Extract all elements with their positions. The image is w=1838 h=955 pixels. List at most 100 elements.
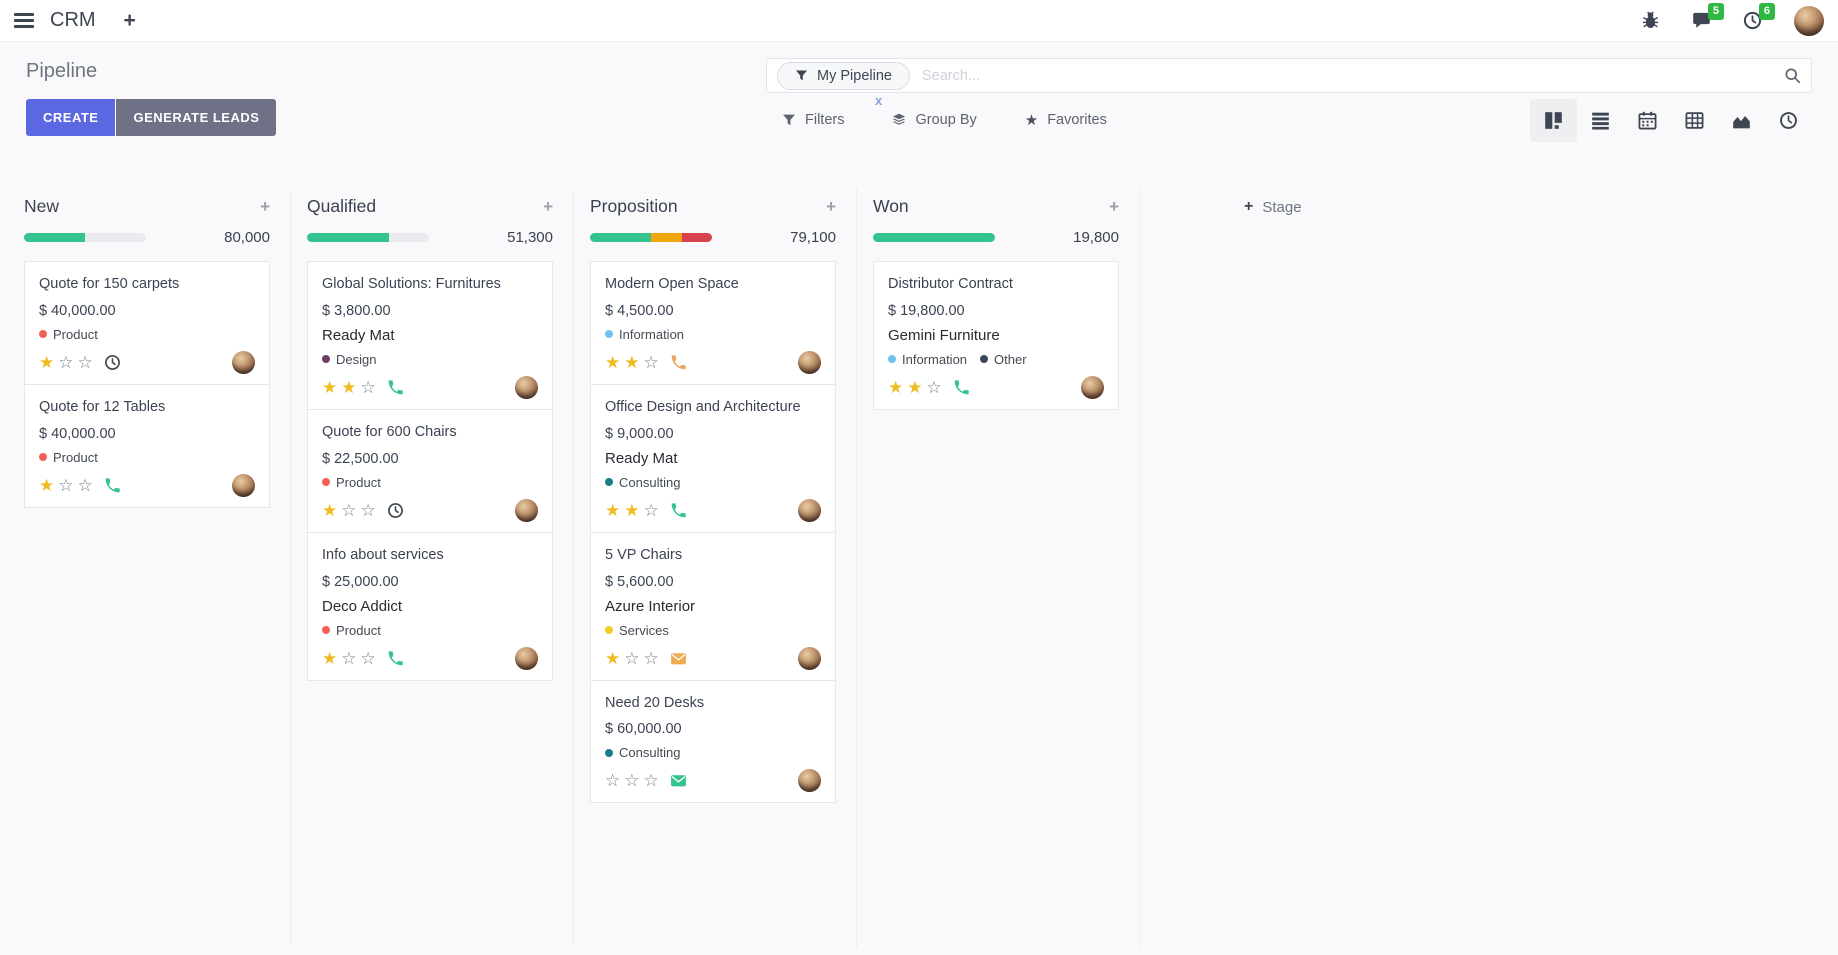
add-stage-button[interactable]: + Stage	[1140, 188, 1302, 216]
star-icon[interactable]: ★	[624, 354, 639, 371]
kanban-card[interactable]: Need 20 Desks $ 60,000.00 Consulting ☆☆☆	[590, 680, 836, 804]
column-progressbar[interactable]	[24, 233, 146, 242]
kanban-card[interactable]: Quote for 600 Chairs $ 22,500.00 Product…	[307, 409, 553, 533]
group-by-button[interactable]: Group By	[892, 112, 976, 128]
avatar[interactable]	[232, 351, 255, 374]
facet-remove-icon[interactable]: x	[875, 93, 882, 108]
pivot-view-button[interactable]	[1671, 99, 1718, 142]
bug-icon[interactable]	[1641, 11, 1660, 30]
avatar[interactable]	[232, 474, 255, 497]
phone-activity-icon[interactable]	[953, 379, 970, 396]
kanban-card[interactable]: Quote for 150 carpets $ 40,000.00 Produc…	[24, 261, 270, 385]
filters-button[interactable]: Filters	[782, 112, 844, 128]
star-icon[interactable]: ☆	[341, 650, 356, 667]
star-icon[interactable]: ☆	[927, 379, 942, 396]
star-icon[interactable]: ★	[39, 354, 54, 371]
star-icon[interactable]: ☆	[361, 379, 376, 396]
star-icon[interactable]: ☆	[605, 772, 620, 789]
phone-activity-icon[interactable]	[104, 477, 121, 494]
column-title[interactable]: Proposition	[590, 196, 678, 217]
star-icon[interactable]: ☆	[624, 772, 639, 789]
progress-segment-green[interactable]	[873, 233, 995, 242]
star-icon[interactable]: ☆	[624, 650, 639, 667]
priority-stars[interactable]: ★★ ☆	[322, 379, 376, 396]
kanban-card[interactable]: Office Design and Architecture $ 9,000.0…	[590, 384, 836, 533]
priority-stars[interactable]: ☆☆☆	[605, 772, 659, 789]
column-title[interactable]: New	[24, 196, 59, 217]
star-icon[interactable]: ☆	[644, 772, 659, 789]
phone-activity-icon[interactable]	[670, 354, 687, 371]
plus-icon[interactable]: +	[124, 9, 136, 33]
avatar[interactable]	[515, 647, 538, 670]
progress-segment-green[interactable]	[307, 233, 389, 242]
kanban-card[interactable]: Info about services $ 25,000.00 Deco Add…	[307, 532, 553, 681]
star-icon[interactable]: ★	[605, 650, 620, 667]
star-icon[interactable]: ☆	[78, 477, 93, 494]
column-progressbar[interactable]	[307, 233, 429, 242]
star-icon[interactable]: ★	[624, 502, 639, 519]
avatar[interactable]	[1081, 376, 1104, 399]
kanban-view-button[interactable]	[1530, 99, 1577, 142]
kanban-card[interactable]: Modern Open Space $ 4,500.00 Information…	[590, 261, 836, 385]
star-icon[interactable]: ☆	[78, 354, 93, 371]
star-icon[interactable]: ★	[605, 502, 620, 519]
star-icon[interactable]: ★	[888, 379, 903, 396]
avatar[interactable]	[515, 499, 538, 522]
progress-segment-amber[interactable]	[651, 233, 682, 242]
avatar[interactable]	[798, 647, 821, 670]
kanban-card[interactable]: Quote for 12 Tables $ 40,000.00 Product …	[24, 384, 270, 508]
generate-leads-button[interactable]: GENERATE LEADS	[116, 99, 276, 136]
create-button[interactable]: CREATE	[26, 99, 115, 136]
column-progressbar[interactable]	[873, 233, 995, 242]
priority-stars[interactable]: ★★ ☆	[888, 379, 942, 396]
column-title[interactable]: Qualified	[307, 196, 376, 217]
quick-create-icon[interactable]: +	[1109, 197, 1119, 217]
mail-activity-icon[interactable]	[670, 772, 687, 789]
priority-stars[interactable]: ★★ ☆	[605, 502, 659, 519]
column-title[interactable]: Won	[873, 196, 909, 217]
avatar[interactable]	[798, 351, 821, 374]
quick-create-icon[interactable]: +	[543, 197, 553, 217]
mail-activity-icon[interactable]	[670, 650, 687, 667]
list-view-button[interactable]	[1577, 99, 1624, 142]
favorites-button[interactable]: ★ Favorites	[1025, 111, 1107, 129]
kanban-card[interactable]: Global Solutions: Furnitures $ 3,800.00 …	[307, 261, 553, 410]
star-icon[interactable]: ☆	[58, 477, 73, 494]
priority-stars[interactable]: ★☆☆	[39, 354, 93, 371]
progress-segment-green[interactable]	[24, 233, 85, 242]
activities-button[interactable]: 6	[1743, 11, 1762, 30]
star-icon[interactable]: ★	[322, 379, 337, 396]
phone-activity-icon[interactable]	[670, 502, 687, 519]
search-input[interactable]	[922, 68, 1784, 84]
search-icon[interactable]	[1784, 67, 1801, 84]
phone-activity-icon[interactable]	[387, 379, 404, 396]
star-icon[interactable]: ★	[605, 354, 620, 371]
messages-button[interactable]: 5	[1692, 11, 1711, 30]
star-icon[interactable]: ★	[907, 379, 922, 396]
priority-stars[interactable]: ★★☆	[605, 354, 659, 371]
avatar[interactable]	[798, 769, 821, 792]
star-icon[interactable]: ☆	[644, 502, 659, 519]
clock-activity-icon[interactable]	[387, 502, 404, 519]
star-icon[interactable]: ☆	[361, 650, 376, 667]
priority-stars[interactable]: ★☆☆	[322, 650, 376, 667]
star-icon[interactable]: ☆	[58, 354, 73, 371]
star-icon[interactable]: ★	[341, 379, 356, 396]
kanban-card[interactable]: Distributor Contract $ 19,800.00 Gemini …	[873, 261, 1119, 410]
search-bar[interactable]: My Pipeline x	[766, 58, 1812, 93]
graph-view-button[interactable]	[1718, 99, 1765, 142]
progress-segment-red[interactable]	[682, 233, 713, 242]
priority-stars[interactable]: ★☆☆	[605, 650, 659, 667]
star-icon[interactable]: ★	[322, 650, 337, 667]
progress-segment-green[interactable]	[590, 233, 651, 242]
search-facet[interactable]: My Pipeline	[777, 62, 910, 90]
priority-stars[interactable]: ★☆☆	[39, 477, 93, 494]
star-icon[interactable]: ★	[39, 477, 54, 494]
clock-activity-icon[interactable]	[104, 354, 121, 371]
phone-activity-icon[interactable]	[387, 650, 404, 667]
avatar[interactable]	[515, 376, 538, 399]
star-icon[interactable]: ★	[322, 502, 337, 519]
kanban-card[interactable]: 5 VP Chairs $ 5,600.00 Azure Interior Se…	[590, 532, 836, 681]
star-icon[interactable]: ☆	[341, 502, 356, 519]
priority-stars[interactable]: ★☆☆	[322, 502, 376, 519]
